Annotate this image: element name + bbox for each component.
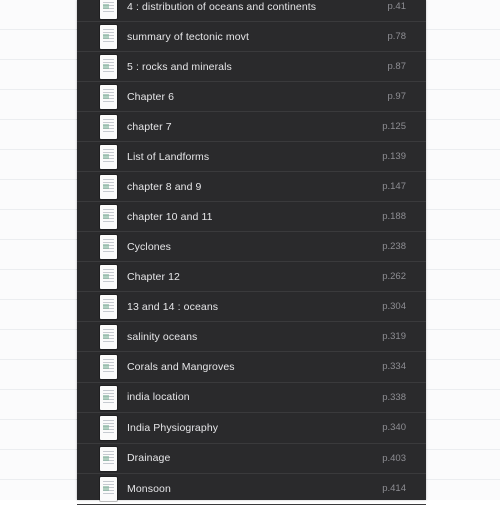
toc-item-page: p.139 bbox=[382, 151, 406, 162]
page-thumbnail-icon bbox=[100, 355, 117, 379]
toc-item-page: p.319 bbox=[382, 331, 406, 342]
toc-item[interactable]: Drainage p.403 bbox=[77, 444, 426, 474]
toc-item-title: India Physiography bbox=[127, 421, 219, 434]
page-thumbnail-icon bbox=[100, 0, 117, 19]
toc-item[interactable]: Cyclones p.238 bbox=[77, 232, 426, 262]
toc-item-title: chapter 7 bbox=[127, 120, 172, 133]
toc-item-page: p.188 bbox=[382, 211, 406, 222]
toc-item-title: Chapter 6 bbox=[127, 90, 175, 103]
toc-item-page: p.147 bbox=[382, 181, 406, 192]
toc-item-title: chapter 8 and 9 bbox=[127, 180, 202, 193]
toc-item[interactable]: salinity oceans p.319 bbox=[77, 322, 426, 352]
toc-item[interactable]: 13 and 14 : oceans p.304 bbox=[77, 292, 426, 322]
page-thumbnail-icon bbox=[100, 25, 117, 49]
toc-item-page: p.125 bbox=[382, 121, 406, 132]
toc-item-page: p.41 bbox=[387, 1, 407, 12]
page-thumbnail-icon bbox=[100, 385, 117, 410]
page-thumbnail-icon bbox=[100, 295, 117, 319]
toc-item-page: p.304 bbox=[382, 301, 406, 312]
page-thumbnail-icon bbox=[100, 416, 117, 440]
toc-item-page: p.87 bbox=[387, 61, 407, 72]
toc-item-title: chapter 10 and 11 bbox=[127, 210, 213, 223]
toc-item[interactable]: chapter 7 p.125 bbox=[77, 112, 426, 142]
table-of-contents-panel: 4 : distribution of oceans and continent… bbox=[77, 0, 426, 505]
toc-item-page: p.262 bbox=[382, 271, 406, 282]
toc-item-title: 5 : rocks and minerals bbox=[127, 60, 232, 73]
toc-item[interactable]: List of Landforms p.139 bbox=[77, 142, 426, 172]
page-thumbnail-icon bbox=[100, 446, 117, 471]
page-thumbnail-icon bbox=[100, 55, 117, 79]
page-thumbnail-icon bbox=[100, 235, 117, 259]
toc-item-page: p.334 bbox=[382, 361, 406, 373]
toc-item-page: p.78 bbox=[387, 31, 407, 42]
page-thumbnail-icon bbox=[100, 175, 117, 199]
page-thumbnail-icon bbox=[100, 325, 117, 349]
toc-item[interactable]: 4 : distribution of oceans and continent… bbox=[77, 0, 426, 22]
toc-item-title: 13 and 14 : oceans bbox=[127, 300, 219, 313]
toc-item[interactable]: Chapter 6 p.97 bbox=[77, 82, 426, 112]
toc-item[interactable]: india location p.338 bbox=[77, 383, 426, 413]
toc-item-title: Cyclones bbox=[127, 240, 171, 253]
toc-item[interactable]: summary of tectonic movt p.78 bbox=[77, 22, 426, 52]
toc-item-title: Corals and Mangroves bbox=[127, 360, 235, 373]
toc-item-page: p.238 bbox=[382, 241, 406, 252]
toc-item[interactable]: Chapter 12 p.262 bbox=[77, 262, 426, 292]
toc-item[interactable]: chapter 8 and 9 p.147 bbox=[77, 172, 426, 202]
toc-item[interactable]: India Physiography p.340 bbox=[77, 413, 426, 444]
document-left-margin bbox=[0, 0, 76, 500]
page-thumbnail-icon bbox=[100, 205, 117, 229]
page-thumbnail-icon bbox=[100, 477, 117, 501]
page-thumbnail-icon bbox=[100, 145, 117, 169]
page-thumbnail-icon bbox=[100, 115, 117, 139]
toc-item-title: Drainage bbox=[127, 452, 171, 465]
toc-item-title: summary of tectonic movt bbox=[127, 30, 250, 43]
toc-item-title: india location bbox=[127, 391, 190, 404]
toc-list: 4 : distribution of oceans and continent… bbox=[77, 0, 426, 505]
toc-item-page: p.97 bbox=[387, 91, 407, 102]
toc-item-title: List of Landforms bbox=[127, 150, 210, 163]
page-thumbnail-icon bbox=[100, 85, 117, 109]
toc-item-page: p.338 bbox=[382, 391, 406, 403]
toc-item-title: Monsoon bbox=[127, 482, 171, 495]
toc-item[interactable]: chapter 10 and 11 p.188 bbox=[77, 202, 426, 232]
toc-item[interactable]: 5 : rocks and minerals p.87 bbox=[77, 52, 426, 82]
toc-item-page: p.340 bbox=[382, 422, 406, 434]
document-right-margin bbox=[426, 0, 500, 500]
toc-item-title: salinity oceans bbox=[127, 330, 198, 343]
toc-item[interactable]: Corals and Mangroves p.334 bbox=[77, 352, 426, 383]
toc-item-page: p.403 bbox=[382, 452, 406, 464]
toc-item-title: Chapter 12 bbox=[127, 270, 180, 283]
toc-item-title: 4 : distribution of oceans and continent… bbox=[127, 0, 317, 13]
page-thumbnail-icon bbox=[100, 265, 117, 289]
toc-item-page: p.414 bbox=[382, 483, 406, 495]
